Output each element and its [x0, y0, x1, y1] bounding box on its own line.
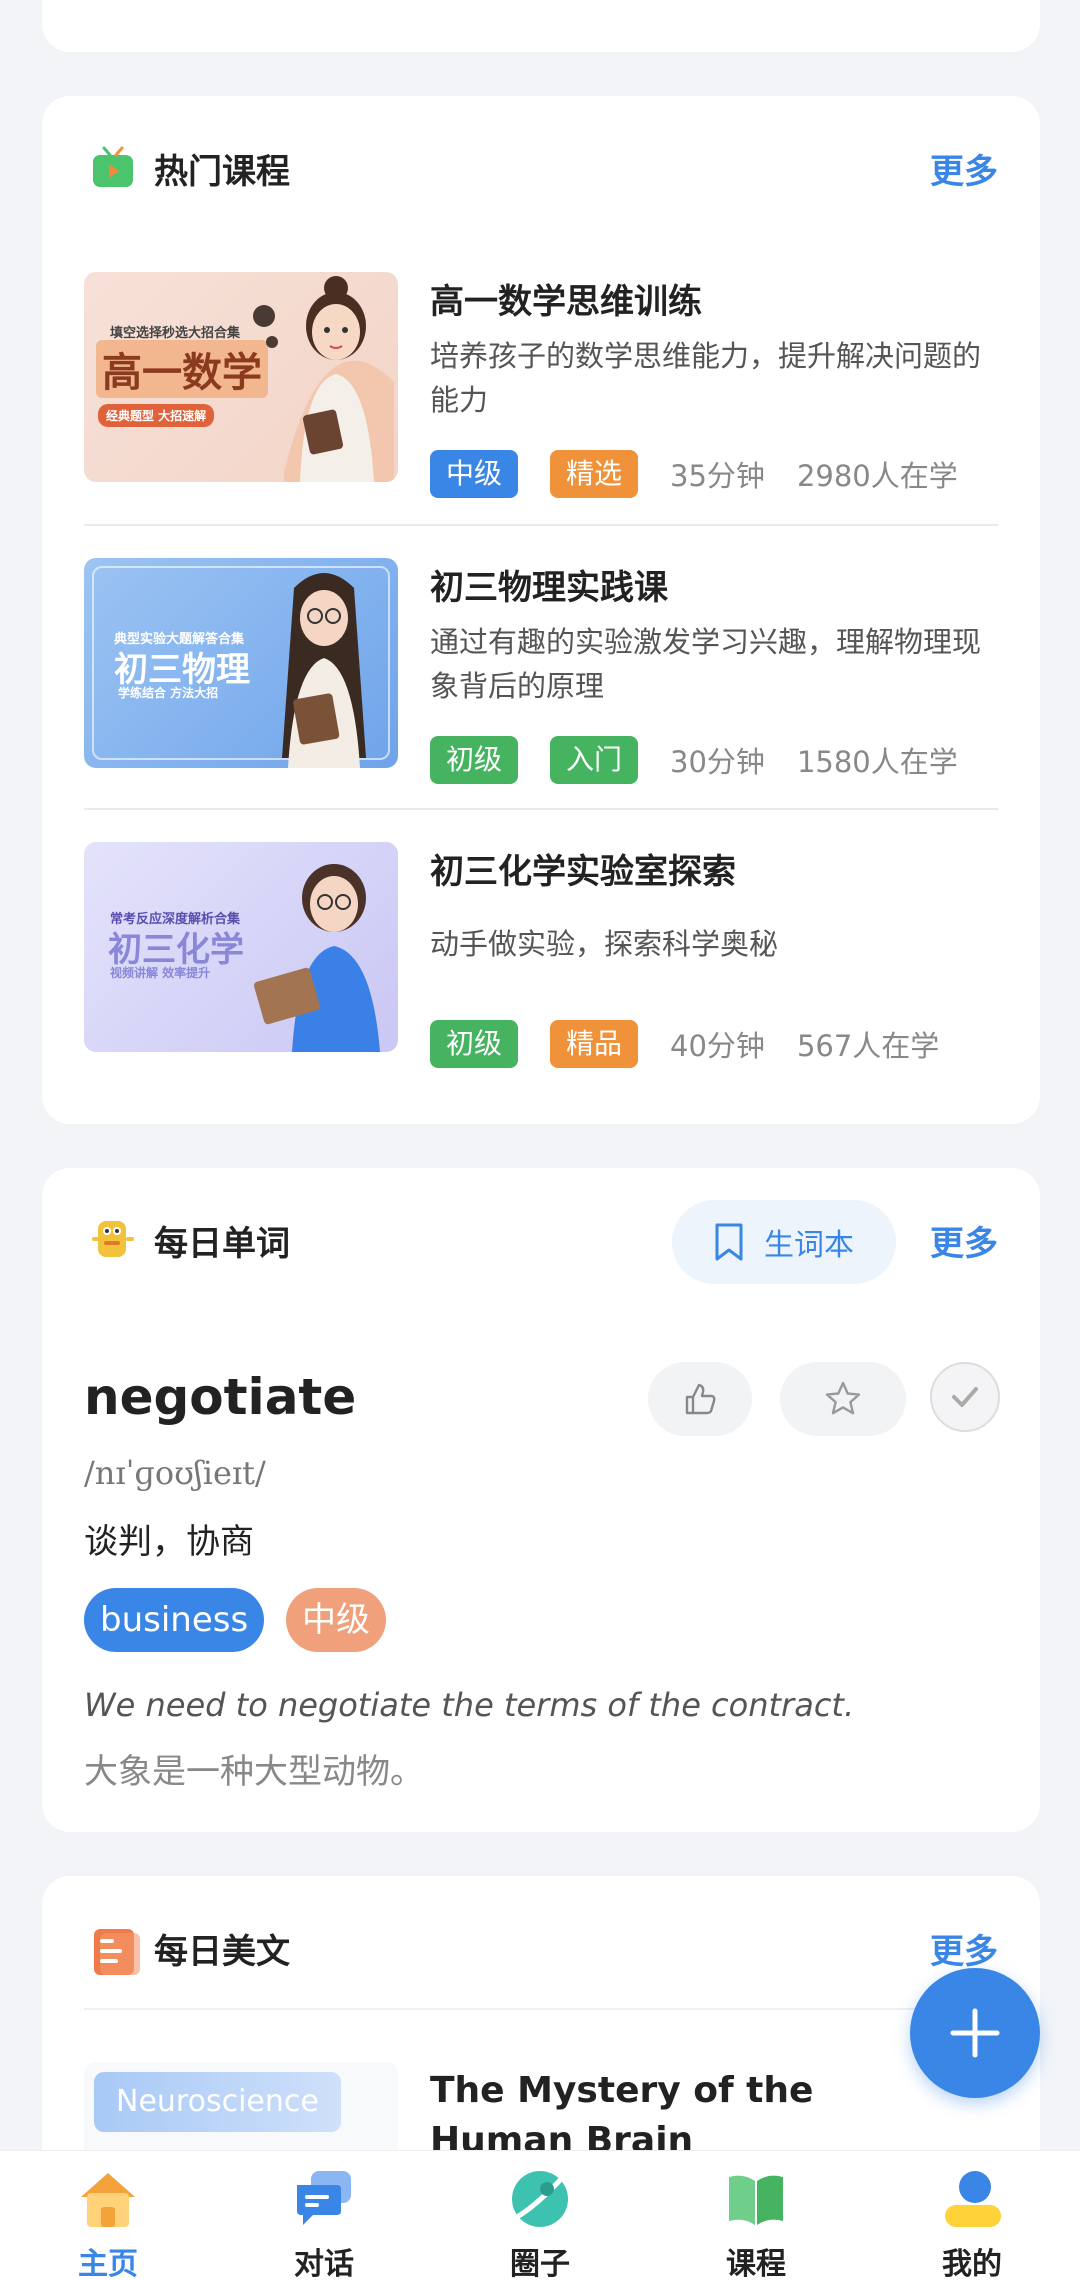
daily-words-card: 每日单词 更多 生词本 negotiate /nɪˈɡoʊʃieɪt/ 谈判，协… [42, 1168, 1040, 1832]
tab-label: 对话 [294, 2247, 354, 2280]
level-tag: 初级 [430, 1020, 519, 1068]
course-thumbnail: 填空选择秒选大招合集 高一数学 经典题型 大招速解 [84, 272, 398, 482]
tab-circle[interactable]: 圈子 [432, 2151, 648, 2280]
daily-word: negotiate [84, 1368, 357, 1426]
tab-home[interactable]: 主页 [0, 2151, 216, 2280]
tab-label: 课程 [726, 2247, 786, 2280]
favorite-button[interactable] [780, 1362, 906, 1436]
learners-count: 1580人在学 [796, 745, 958, 779]
daily-articles-header: 每日美文 更多 [90, 1916, 998, 1980]
thumbnail-caption: 填空选择秒选大招合集 [110, 326, 241, 341]
thumbs-up-icon [685, 1383, 716, 1415]
course-thumbnail: 典型实验大题解答合集 初三物理 学练结合 方法大招 [84, 558, 398, 768]
tab-courses[interactable]: 课程 [648, 2151, 864, 2280]
tab-label: 圈子 [510, 2247, 570, 2280]
hot-courses-header: 热门课程 更多 [90, 136, 998, 200]
example-sentence: We need to negotiate the terms of the co… [84, 1686, 855, 1724]
course-description: 通过有趣的实验激发学习兴趣，理解物理现象背后的原理 [430, 625, 982, 703]
planet-icon [507, 2167, 573, 2231]
section-title: 每日美文 [154, 1931, 290, 1972]
divider [84, 2008, 998, 2010]
more-link[interactable]: 更多 [930, 1924, 998, 1973]
course-meta: 初级 入门 30分钟 1580人在学 [430, 736, 990, 784]
course-description: 培养孩子的数学思维能力，提升解决问题的能力 [430, 339, 982, 417]
course-meta: 中级 精选 35分钟 2980人在学 [430, 450, 990, 498]
thumbnail-title: 高一数学 [96, 340, 268, 398]
chat-icon [291, 2167, 357, 2231]
course-meta: 初级 精品 40分钟 567人在学 [430, 1020, 971, 1068]
more-link[interactable]: 更多 [930, 144, 998, 193]
book-icon [723, 2167, 789, 2231]
duration-text: 30分钟 [670, 745, 765, 779]
course-item[interactable]: 常考反应深度解析合集 初三化学 视频讲解 效率提升 初三化学实验室探索 动手做实… [84, 842, 998, 1068]
tv-icon [90, 145, 136, 191]
badge-tag: 精选 [550, 450, 639, 498]
phonetic-text: /nɪˈɡoʊʃieɪt/ [84, 1454, 266, 1492]
teacher-illustration [282, 573, 366, 768]
divider [84, 808, 998, 810]
teacher-illustration [254, 864, 380, 1052]
word-meaning: 谈判，协商 [84, 1522, 254, 1562]
like-button[interactable] [648, 1362, 752, 1436]
duration-text: 35分钟 [670, 459, 765, 493]
tab-label: 主页 [78, 2247, 138, 2280]
course-thumbnail: 常考反应深度解析合集 初三化学 视频讲解 效率提升 [84, 842, 398, 1052]
tab-label: 我的 [942, 2247, 1002, 2280]
teacher-illustration [253, 276, 394, 482]
level-tag: 中级 [286, 1588, 386, 1652]
add-fab-button[interactable] [910, 1968, 1040, 2098]
article-icon [90, 1925, 140, 1975]
more-link[interactable]: 更多 [930, 1216, 998, 1265]
thumbnail-subtitle: 经典题型 大招速解 [98, 404, 215, 427]
course-title: 初三化学实验室探索 [430, 852, 736, 892]
hot-courses-card: 热门课程 更多 填空选择秒选大招合集 高一数学 经典题型 大招速解 高一数学思维… [42, 96, 1040, 1124]
article-tag: Neuroscience [94, 2072, 341, 2132]
level-tag: 中级 [430, 450, 519, 498]
bottom-tab-bar: 主页 对话 圈子 课程 我的 [0, 2150, 1080, 2280]
tab-profile[interactable]: 我的 [864, 2151, 1080, 2280]
course-item[interactable]: 填空选择秒选大招合集 高一数学 经典题型 大招速解 高一数学思维训练 培养孩子的… [84, 272, 998, 498]
course-description: 动手做实验，探索科学奥秘 [430, 927, 779, 961]
course-title: 初三物理实践课 [430, 568, 668, 608]
course-title: 高一数学思维训练 [430, 282, 702, 322]
level-tag: 初级 [430, 736, 519, 784]
star-icon [825, 1381, 861, 1415]
section-title: 热门课程 [154, 151, 290, 192]
previous-card [42, 0, 1040, 52]
mascot-icon [90, 1217, 136, 1263]
home-icon [75, 2167, 141, 2231]
tab-chat[interactable]: 对话 [216, 2151, 432, 2280]
section-title: 每日单词 [154, 1223, 290, 1264]
divider [84, 524, 998, 526]
course-item[interactable]: 典型实验大题解答合集 初三物理 学练结合 方法大招 初三物理实践课 通过有趣的实… [84, 558, 998, 784]
bookmark-icon [715, 1223, 743, 1261]
learners-count: 2980人在学 [796, 459, 958, 493]
example-translation: 大象是一种大型动物。 [84, 1752, 424, 1792]
duration-text: 40分钟 [670, 1029, 765, 1063]
badge-tag: 精品 [550, 1020, 639, 1068]
mark-learned-button[interactable] [930, 1362, 1000, 1432]
profile-icon [939, 2167, 1005, 2231]
plus-icon [950, 2008, 1000, 2058]
thumbnail-subtitle: 视频讲解 效率提升 [110, 966, 211, 980]
thumbnail-subtitle: 学练结合 方法大招 [118, 686, 219, 700]
vocabulary-book-button[interactable]: 生词本 [672, 1200, 896, 1284]
category-tag: business [84, 1588, 265, 1652]
check-icon [952, 1387, 978, 1407]
vocabulary-book-label: 生词本 [764, 1228, 854, 1263]
badge-tag: 入门 [550, 736, 639, 784]
learners-count: 567人在学 [796, 1029, 940, 1063]
